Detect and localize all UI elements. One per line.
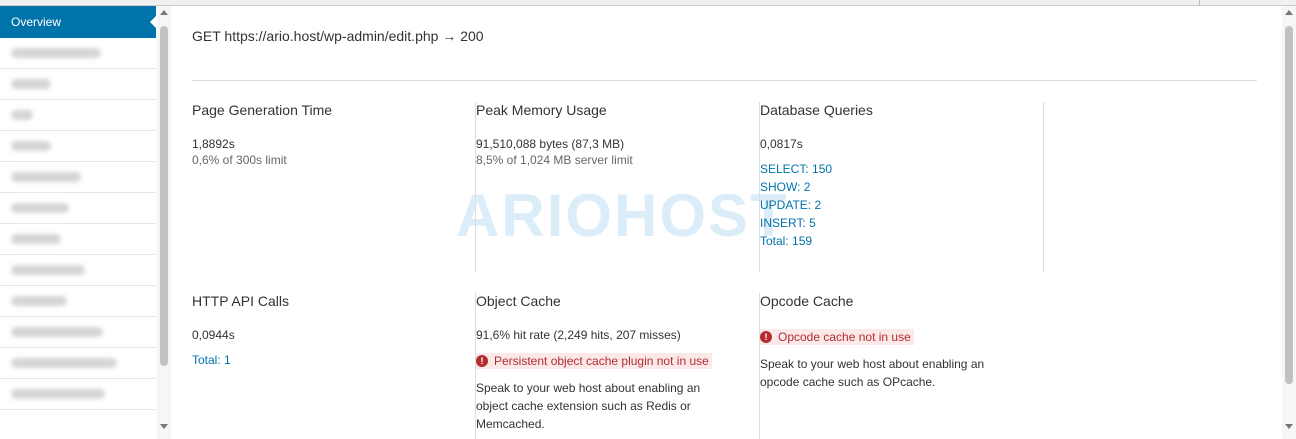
warning-text: Opcode cache not in use <box>778 330 911 344</box>
sidebar-item-blurred[interactable] <box>0 131 156 162</box>
blurred-label <box>11 141 51 151</box>
sidebar: Overview <box>0 6 171 439</box>
sidebar-item-blurred[interactable] <box>0 193 156 224</box>
panel-title: Object Cache <box>476 293 561 309</box>
panel-title: Database Queries <box>760 102 873 118</box>
panel-peak-memory-usage: Peak Memory Usage 91,510,088 bytes (87,3… <box>476 102 760 272</box>
scroll-down-arrow-icon[interactable] <box>160 424 168 429</box>
panel-title: Opcode Cache <box>760 293 854 309</box>
blurred-label <box>11 48 101 58</box>
blurred-label <box>11 234 61 244</box>
divider <box>192 80 1257 81</box>
blurred-label <box>11 327 103 337</box>
sidebar-nav: Overview <box>0 6 156 439</box>
sidebar-item-blurred[interactable] <box>0 348 156 379</box>
scroll-down-arrow-icon[interactable] <box>1285 424 1293 429</box>
blurred-label <box>11 110 33 120</box>
scroll-up-arrow-icon[interactable] <box>1285 10 1293 15</box>
http-total-link[interactable]: Total: 1 <box>192 351 475 369</box>
main-panel: GET https://ario.host/wp-admin/edit.php … <box>172 6 1296 439</box>
panel-title: HTTP API Calls <box>192 293 289 309</box>
panel-value: 0,0944s <box>192 328 235 342</box>
request-summary: GET https://ario.host/wp-admin/edit.php … <box>192 28 484 44</box>
panel-value: 0,0817s <box>760 137 803 151</box>
panel-value: 91,6% hit rate (2,249 hits, 207 misses) <box>476 328 681 342</box>
query-show-link[interactable]: SHOW: 2 <box>760 178 1043 196</box>
main-scrollbar[interactable] <box>1282 6 1296 439</box>
sidebar-item-blurred[interactable] <box>0 100 156 131</box>
opcode-cache-warning: ! Opcode cache not in use <box>760 329 914 345</box>
panel-http-api-calls: HTTP API Calls 0,0944s Total: 1 <box>192 293 476 439</box>
scrollbar-thumb[interactable] <box>160 26 168 366</box>
warning-icon: ! <box>760 331 772 343</box>
blurred-label <box>11 265 85 275</box>
http-links: Total: 1 <box>192 351 475 369</box>
query-update-link[interactable]: UPDATE: 2 <box>760 196 1043 214</box>
query-select-link[interactable]: SELECT: 150 <box>760 160 1043 178</box>
sidebar-item-label: Overview <box>11 15 62 29</box>
sidebar-item-blurred[interactable] <box>0 255 156 286</box>
panel-title: Peak Memory Usage <box>476 102 607 118</box>
scroll-up-arrow-icon[interactable] <box>160 10 168 15</box>
query-insert-link[interactable]: INSERT: 5 <box>760 214 1043 232</box>
panel-value: 1,8892s <box>192 137 235 151</box>
blurred-label <box>11 389 105 399</box>
sidebar-scrollbar[interactable] <box>157 6 171 439</box>
panel-database-queries: Database Queries 0,0817s SELECT: 150 SHO… <box>760 102 1044 272</box>
sidebar-item-blurred[interactable] <box>0 317 156 348</box>
panel-object-cache: Object Cache 91,6% hit rate (2,249 hits,… <box>476 293 760 439</box>
blurred-label <box>11 358 117 368</box>
scrollbar-thumb[interactable] <box>1285 26 1293 384</box>
sidebar-item-blurred[interactable] <box>0 69 156 100</box>
sidebar-item-blurred[interactable] <box>0 286 156 317</box>
sidebar-item-blurred[interactable] <box>0 38 156 69</box>
panel-description: Speak to your web host about enabling an… <box>760 357 985 389</box>
blurred-label <box>11 296 67 306</box>
sidebar-item-blurred[interactable] <box>0 162 156 193</box>
query-total-link[interactable]: Total: 159 <box>760 232 1043 250</box>
query-type-links: SELECT: 150 SHOW: 2 UPDATE: 2 INSERT: 5 … <box>760 160 1043 250</box>
sidebar-item-overview[interactable]: Overview <box>0 6 156 38</box>
warning-icon: ! <box>476 355 488 367</box>
top-bar-divider <box>1199 0 1200 5</box>
panel-page-generation-time: Page Generation Time 1,8892s 0,6% of 300… <box>192 102 476 272</box>
blurred-label <box>11 79 51 89</box>
sidebar-item-blurred[interactable] <box>0 379 156 410</box>
sidebar-item-blurred[interactable] <box>0 224 156 255</box>
blurred-label <box>11 172 81 182</box>
blurred-label <box>11 203 69 213</box>
panel-subtext: 0,6% of 300s limit <box>192 153 287 167</box>
panel-title: Page Generation Time <box>192 102 333 118</box>
panel-value: 91,510,088 bytes (87,3 MB) <box>476 137 625 151</box>
panel-description: Speak to your web host about enabling an… <box>476 381 701 431</box>
panel-subtext: 8,5% of 1,024 MB server limit <box>476 153 633 167</box>
panel-opcode-cache: Opcode Cache ! Opcode cache not in use S… <box>760 293 1044 439</box>
warning-text: Persistent object cache plugin not in us… <box>494 354 709 368</box>
object-cache-warning: ! Persistent object cache plugin not in … <box>476 353 712 369</box>
